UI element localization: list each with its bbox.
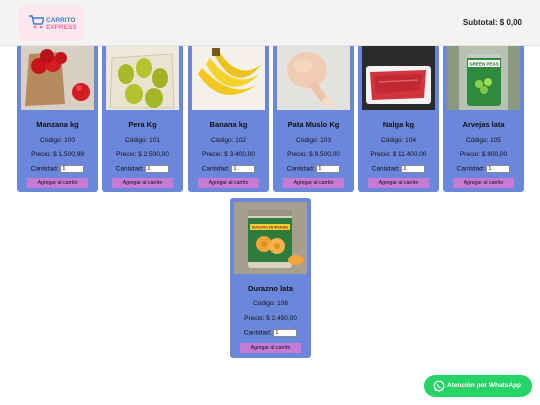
quantity-row: Cantidad: [358, 165, 439, 173]
logo[interactable]: CARRITO EXPRESS [18, 5, 84, 41]
product-name: Arvejas lata [462, 120, 505, 129]
product-name: Pera Kg [128, 120, 157, 129]
product-name: Durazno lata [247, 284, 293, 293]
product-price: Precio: $ 3.400,00 [202, 151, 255, 158]
product-photo-pear [106, 44, 179, 110]
quantity-row: Cantidad: [17, 165, 98, 173]
add-to-cart-button[interactable]: Agregar al carrito [198, 178, 259, 188]
product-card: Manzana kg Código: 100 Precio: $ 1.500,9… [17, 44, 98, 192]
product-photo-chicken-leg [277, 44, 350, 110]
quantity-row: Cantidad: [102, 165, 183, 173]
product-card: Banana kg Código: 102 Precio: $ 3.400,00… [188, 44, 269, 192]
logo-text-bottom: EXPRESS [46, 24, 77, 31]
quantity-label: Cantidad: [30, 165, 59, 173]
quantity-label: Cantidad: [243, 329, 272, 337]
quantity-input[interactable] [486, 165, 511, 173]
product-name: Nalga kg [382, 120, 415, 129]
peas-can-label: GREEN PEAS [469, 62, 499, 67]
product-price: Precio: $ 9.500,00 [287, 151, 340, 158]
product-photo-peas-can: GREEN PEAS [447, 44, 520, 110]
quantity-row: Cantidad: [443, 165, 524, 173]
add-to-cart-button[interactable]: Agregar al carrito [27, 178, 88, 188]
cart-icon [29, 15, 44, 29]
quantity-input[interactable] [316, 165, 341, 173]
add-to-cart-button[interactable]: Agregar al carrito [453, 178, 514, 188]
product-photo-beef [362, 44, 435, 110]
whatsapp-label: Atención por WhatsApp [447, 382, 522, 389]
whatsapp-button[interactable]: Atención por WhatsApp [424, 375, 532, 397]
product-photo-banana [192, 44, 265, 110]
product-code: Código: 101 [124, 137, 161, 144]
add-to-cart-button[interactable]: Agregar al carrito [368, 178, 429, 188]
product-card: DURAZNO EN MITADES Durazno lata Código: … [230, 198, 311, 358]
quantity-label: Cantidad: [115, 165, 144, 173]
product-card: GREEN PEAS Arvejas lata Código: 105 Prec… [443, 44, 524, 192]
product-price: Precio: $ 2.450,00 [244, 315, 297, 322]
product-card: Nalga kg Código: 104 Precio: $ 11.400,00… [358, 44, 439, 192]
header: CARRITO EXPRESS Subtotal: $ 0,00 [0, 0, 540, 46]
logo-text-top: CARRITO [46, 17, 76, 24]
quantity-row: Cantidad: [273, 165, 354, 173]
quantity-input[interactable] [273, 329, 298, 337]
add-to-cart-button[interactable]: Agregar al carrito [112, 178, 173, 188]
quantity-input[interactable] [145, 165, 170, 173]
product-name: Banana kg [209, 120, 248, 129]
add-to-cart-button[interactable]: Agregar al carrito [240, 343, 301, 353]
product-code: Código: 105 [465, 137, 502, 144]
product-code: Código: 104 [380, 137, 417, 144]
quantity-input[interactable] [60, 165, 85, 173]
product-code: Código: 100 [39, 137, 76, 144]
product-photo-peach-can: DURAZNO EN MITADES [234, 202, 307, 274]
product-card: Pera Kg Código: 101 Precio: $ 2.500,00 C… [102, 44, 183, 192]
product-price: Precio: $ 1.500,99 [31, 151, 84, 158]
product-price: Precio: $ 800,00 [459, 151, 508, 158]
quantity-label: Cantidad: [456, 165, 485, 173]
quantity-row: Cantidad: [188, 165, 269, 173]
product-code: Código: 103 [295, 137, 332, 144]
product-name: Manzana kg [36, 120, 79, 129]
quantity-label: Cantidad: [371, 165, 400, 173]
product-name: Pata Muslo Kg [287, 120, 340, 129]
peach-can-label: DURAZNO EN MITADES [252, 226, 288, 230]
product-price: Precio: $ 2.500,00 [116, 151, 169, 158]
add-to-cart-button[interactable]: Agregar al carrito [283, 178, 344, 188]
quantity-label: Cantidad: [201, 165, 230, 173]
product-code: Código: 106 [252, 300, 289, 307]
product-card: Pata Muslo Kg Código: 103 Precio: $ 9.50… [273, 44, 354, 192]
product-photo-apple [21, 44, 94, 110]
quantity-input[interactable] [231, 165, 256, 173]
quantity-label: Cantidad: [286, 165, 315, 173]
whatsapp-icon [433, 380, 445, 392]
product-code: Código: 102 [210, 137, 247, 144]
product-price: Precio: $ 11.400,00 [370, 151, 427, 158]
subtotal: Subtotal: $ 0,00 [462, 18, 522, 27]
quantity-input[interactable] [401, 165, 426, 173]
quantity-row: Cantidad: [230, 329, 311, 337]
